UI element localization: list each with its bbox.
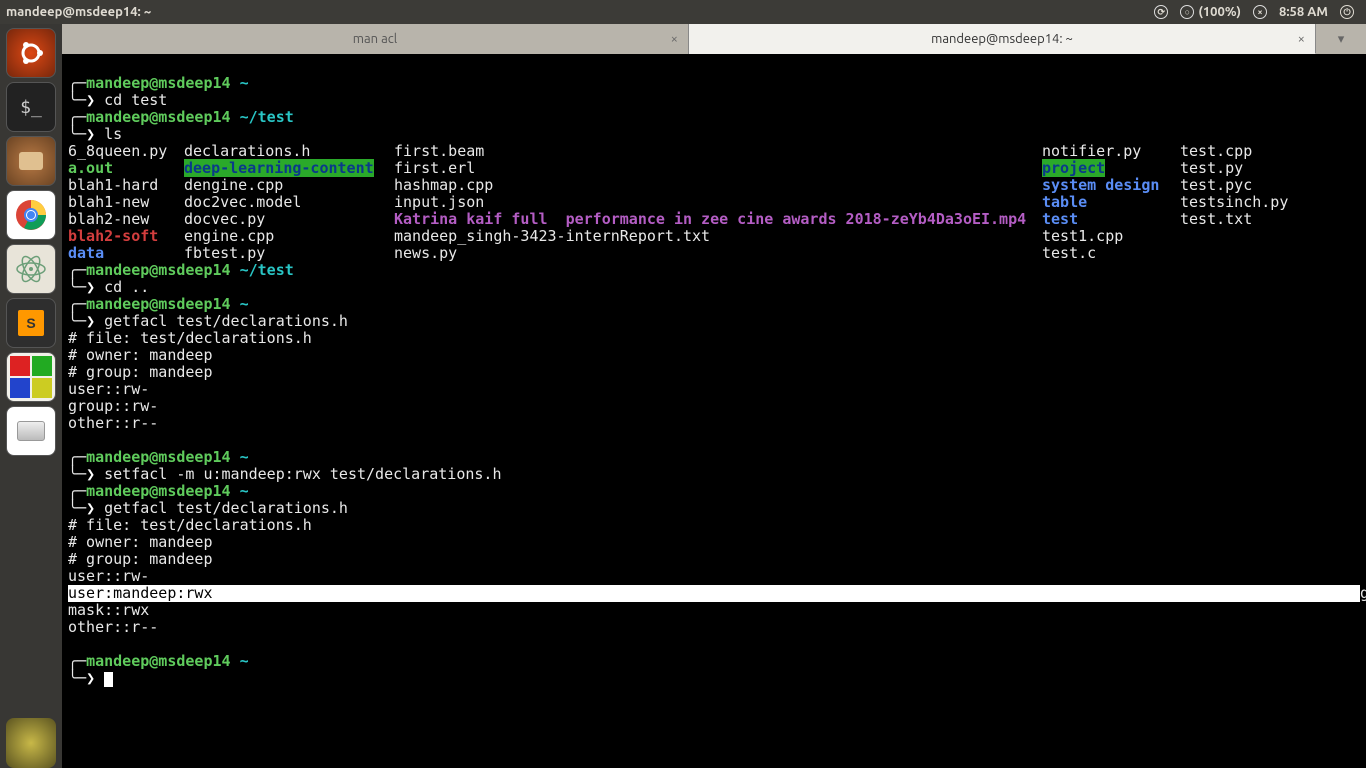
sublime-icon: S (18, 310, 44, 336)
launcher: $_ S (0, 24, 62, 768)
tab-label: mandeep@msdeep14: ~ (931, 32, 1073, 46)
ls-output: 6_8queen.py a.out blah1-hard blah1-new b… (68, 143, 1360, 262)
launcher-terminal[interactable]: $_ (6, 82, 56, 132)
clock[interactable]: 8:58 AM (1279, 5, 1328, 19)
terminal-window: man acl × mandeep@msdeep14: ~ × ▾ ╭─mand… (62, 24, 1366, 768)
highlighted-acl-line: user:mandeep:rwx (68, 585, 1360, 602)
close-icon[interactable]: × (671, 32, 678, 46)
tab-man-acl[interactable]: man acl × (62, 24, 689, 54)
sync-icon[interactable]: ⟳ (1154, 5, 1168, 19)
cursor (104, 672, 113, 687)
launcher-chrome[interactable] (6, 190, 56, 240)
ubuntu-icon (16, 38, 46, 68)
close-session-icon[interactable]: × (1253, 5, 1267, 19)
top-panel: mandeep@msdeep14: ~ ⟳ ○(100%) × 8:58 AM … (0, 0, 1366, 24)
launcher-ubuntu-dash[interactable] (6, 28, 56, 78)
launcher-sublime[interactable]: S (6, 298, 56, 348)
launcher-code-blocks[interactable] (6, 352, 56, 402)
atom-icon (14, 252, 48, 286)
battery-indicator[interactable]: ○(100%) (1180, 5, 1241, 19)
launcher-atom[interactable] (6, 244, 56, 294)
tab-terminal[interactable]: mandeep@msdeep14: ~ × (689, 24, 1316, 54)
tab-label: man acl (353, 32, 397, 46)
four-color-icon (10, 356, 52, 398)
launcher-trash[interactable] (6, 718, 56, 768)
window-title: mandeep@msdeep14: ~ (6, 5, 151, 19)
tab-bar: man acl × mandeep@msdeep14: ~ × ▾ (62, 24, 1366, 54)
chrome-icon (14, 198, 48, 232)
drive-icon (17, 421, 45, 441)
terminal-icon: $_ (20, 97, 42, 118)
bag-icon (19, 152, 43, 170)
launcher-files[interactable] (6, 406, 56, 456)
tab-overflow[interactable]: ▾ (1316, 24, 1366, 54)
terminal-output[interactable]: ╭─mandeep@msdeep14 ~ ╰─❯ cd test ╭─mande… (62, 54, 1366, 768)
power-icon[interactable]: ⏻ (1340, 5, 1354, 19)
launcher-software-center[interactable] (6, 136, 56, 186)
close-icon[interactable]: × (1298, 32, 1305, 46)
